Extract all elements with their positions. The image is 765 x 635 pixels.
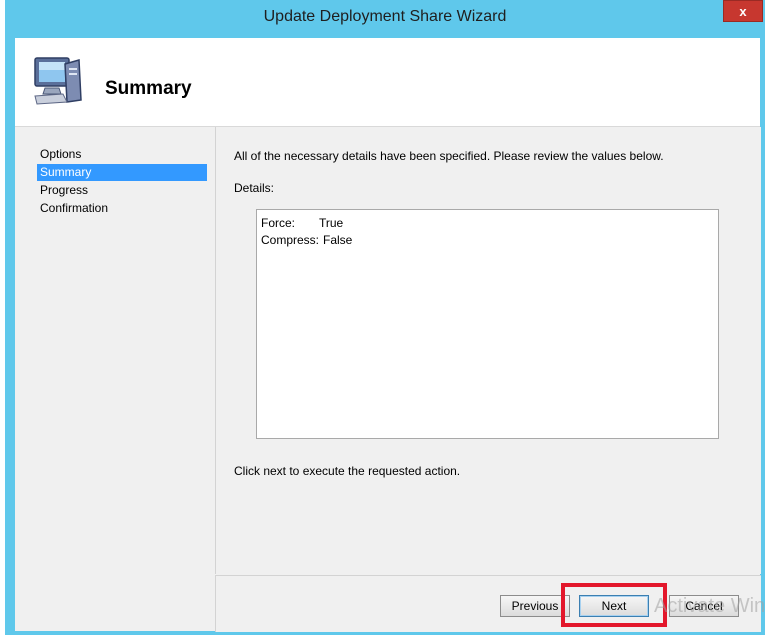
- details-textbox[interactable]: Force: True Compress: False: [256, 209, 719, 439]
- next-button-highlight: [561, 583, 667, 627]
- step-options[interactable]: Options: [37, 146, 207, 163]
- instruction-text: Click next to execute the requested acti…: [234, 464, 461, 478]
- detail-row-compress: Compress: False: [261, 232, 714, 249]
- activation-watermark: Activate Win: [654, 595, 765, 617]
- wizard-header: Summary: [15, 38, 760, 127]
- close-button[interactable]: x: [723, 0, 763, 22]
- details-label: Details:: [234, 181, 275, 195]
- computer-icon: [34, 57, 82, 105]
- window-title: Update Deployment Share Wizard: [263, 8, 507, 25]
- step-confirmation[interactable]: Confirmation: [37, 200, 207, 217]
- detail-key: Force:: [261, 216, 296, 230]
- title-bar[interactable]: Update Deployment Share Wizard x: [5, 0, 765, 38]
- step-summary[interactable]: Summary: [37, 164, 207, 181]
- wizard-client: Summary Options Summary Progress Confirm…: [15, 38, 761, 632]
- summary-intro-text: All of the necessary details have been s…: [234, 149, 664, 163]
- page-title: Summary: [105, 78, 192, 99]
- step-progress[interactable]: Progress: [37, 182, 207, 199]
- detail-row-force: Force: True: [261, 215, 714, 232]
- summary-panel: All of the necessary details have been s…: [215, 127, 761, 574]
- wizard-steps: Options Summary Progress Confirmation: [37, 146, 207, 218]
- detail-value: True: [319, 216, 344, 230]
- previous-button[interactable]: Previous: [500, 595, 570, 617]
- detail-key: Compress:: [261, 233, 320, 247]
- wizard-window: Update Deployment Share Wizard x Summary…: [5, 0, 765, 635]
- detail-value: False: [323, 233, 353, 247]
